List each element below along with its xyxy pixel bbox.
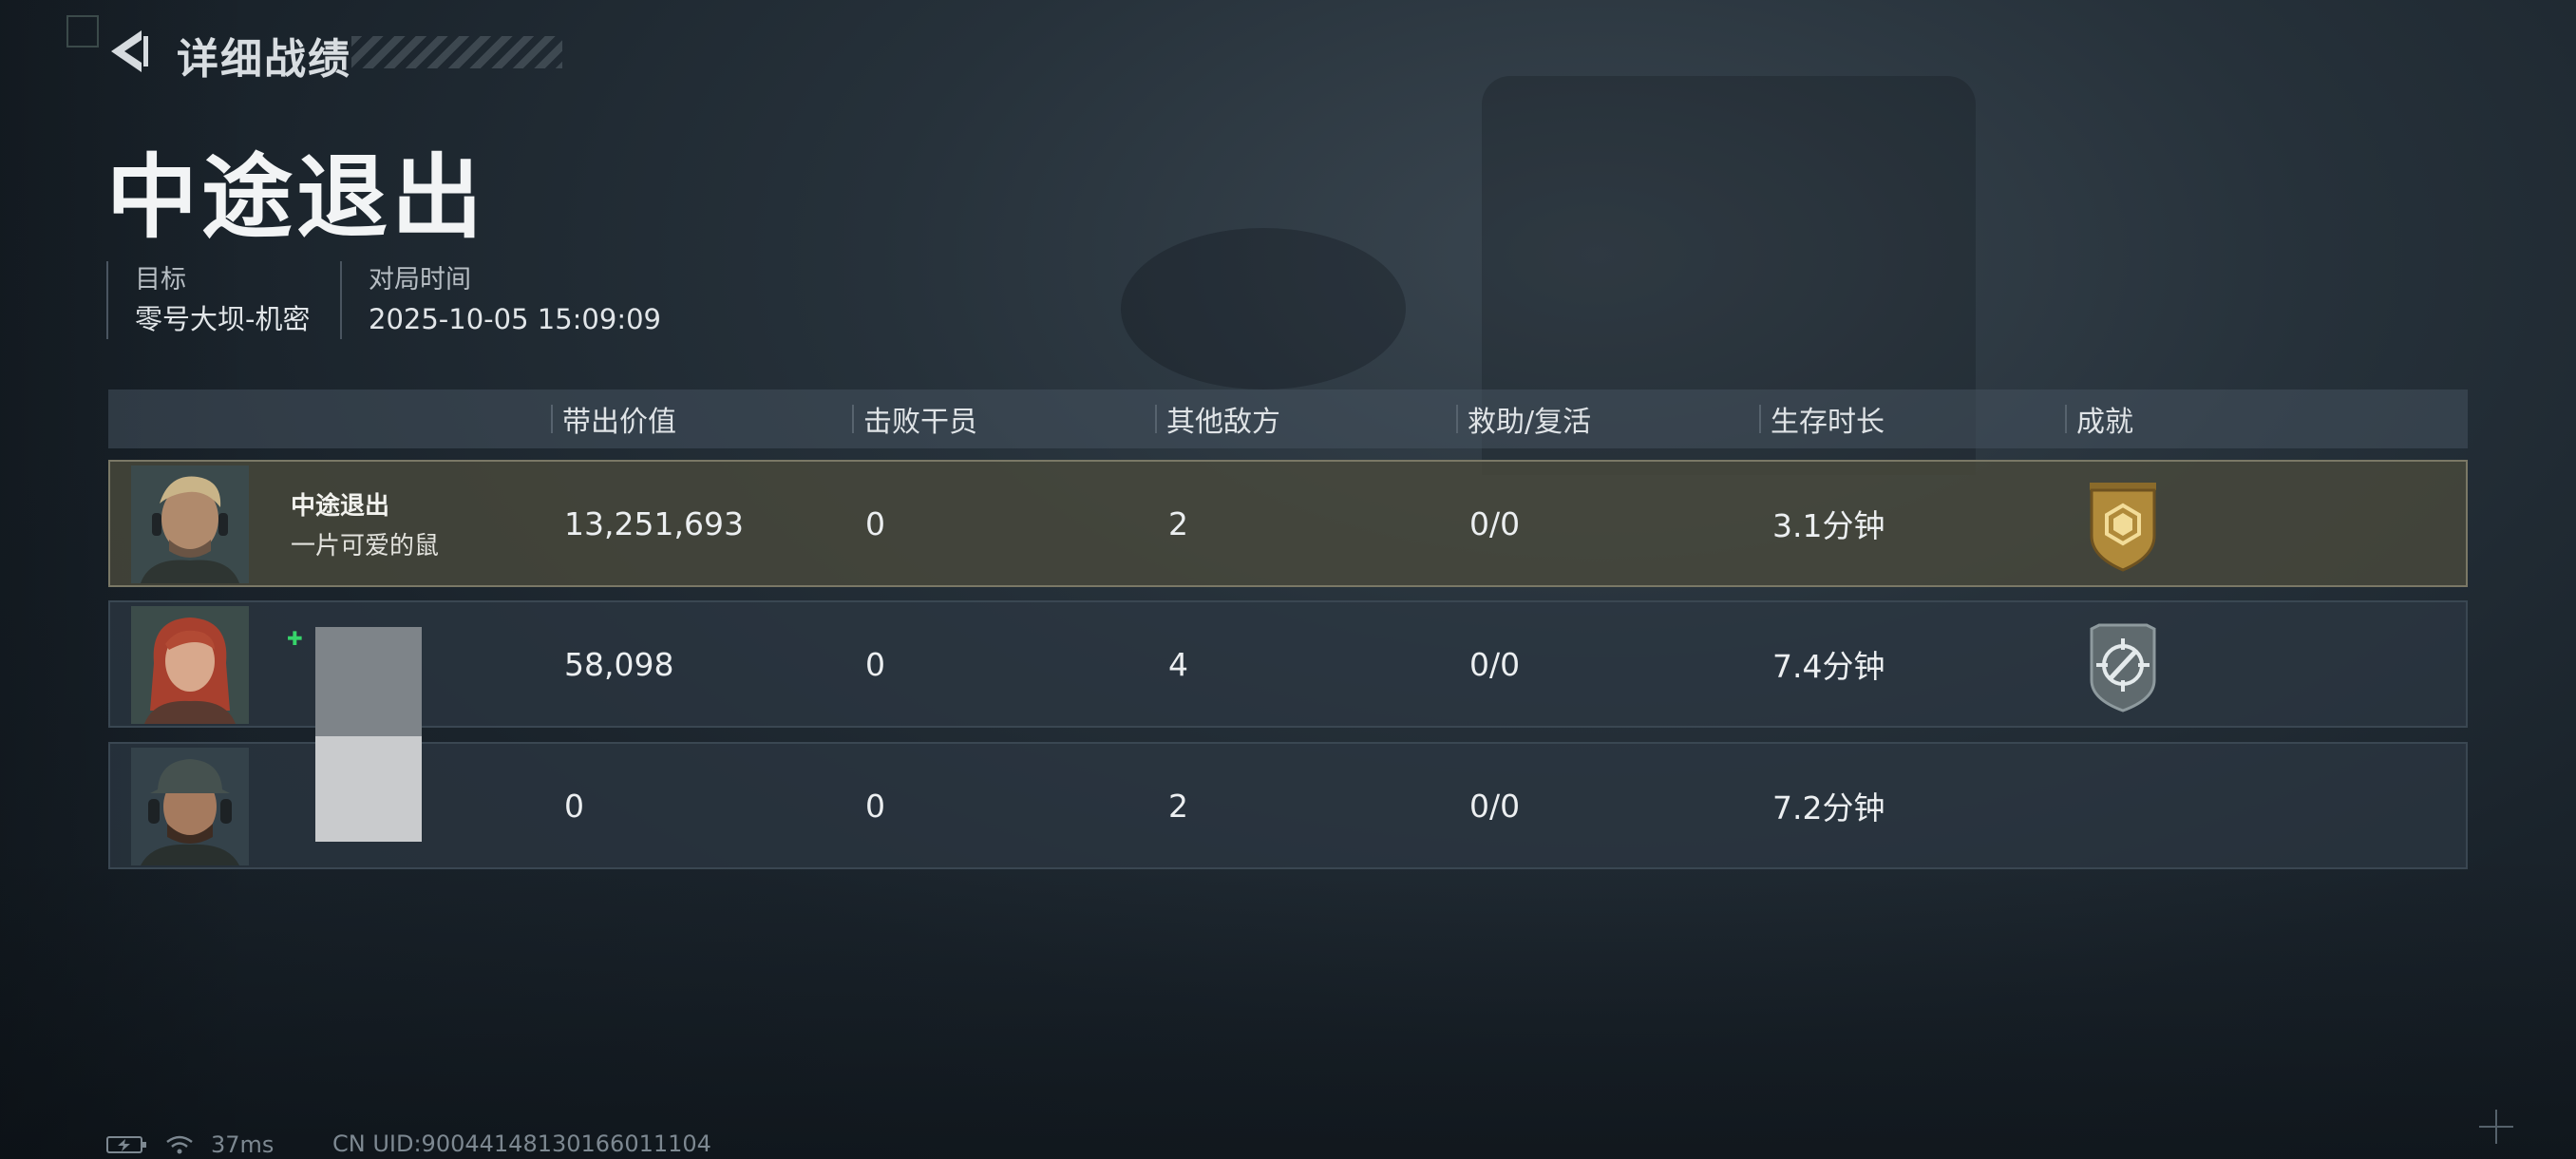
avatar	[131, 466, 249, 583]
player-subtitle: 一片可爱的鼠	[291, 532, 440, 560]
corner-frame-mark	[66, 15, 99, 48]
stats-table-header: 带出价值 击败干员 其他敌方 救助/复活 生存时长 成就	[108, 390, 2468, 448]
assist-revive-cell: 0/0	[1469, 645, 1521, 683]
battery-icon	[106, 1136, 146, 1153]
silver-crosshair-badge-icon[interactable]	[2080, 621, 2166, 712]
status-bar: 37ms	[106, 1130, 274, 1159]
match-time-value: 2025-10-05 15:09:09	[369, 303, 661, 335]
avatar	[131, 606, 249, 724]
result-title: 中途退出	[106, 144, 486, 251]
other-enemies-cell: 2	[1168, 787, 1188, 825]
status-mark-icon: ✚	[287, 627, 303, 650]
table-row[interactable]: 0 0 2 0/0 7.2分钟	[108, 742, 2468, 869]
column-header-other-enemies: 其他敌方	[1155, 390, 1280, 448]
match-time-label: 对局时间	[369, 265, 471, 294]
value-cell: 0	[564, 787, 584, 825]
avatar	[131, 748, 249, 865]
other-enemies-cell: 4	[1168, 645, 1188, 683]
column-header-value: 带出价值	[551, 390, 676, 448]
kills-cell: 0	[865, 504, 885, 542]
value-cell: 13,251,693	[564, 504, 744, 542]
assist-revive-cell: 0/0	[1469, 787, 1521, 825]
header-decoration	[351, 36, 562, 68]
table-row[interactable]: 中途退出 一片可爱的鼠 13,251,693 0 2 0/0 3.1分钟	[108, 460, 2468, 587]
value-cell: 58,098	[564, 645, 674, 683]
other-enemies-cell: 2	[1168, 504, 1188, 542]
target-label: 目标	[135, 265, 186, 294]
column-header-kills: 击败干员	[852, 390, 977, 448]
back-arrow-icon	[111, 30, 148, 72]
survival-cell: 7.2分钟	[1772, 789, 1885, 826]
redacted-player-names	[315, 627, 422, 842]
target-value: 零号大坝-机密	[135, 303, 311, 335]
column-header-assist-revive: 救助/复活	[1456, 390, 1591, 448]
survival-cell: 7.4分钟	[1772, 648, 1885, 685]
target-info: 目标 零号大坝-机密	[106, 261, 310, 339]
gold-shield-badge-icon[interactable]	[2080, 481, 2166, 572]
kills-cell: 0	[865, 645, 885, 683]
assist-revive-cell: 0/0	[1469, 504, 1521, 542]
page-header-title: 详细战绩	[177, 35, 351, 84]
crosshair-corner-icon	[2479, 1110, 2513, 1144]
match-time-info: 对局时间 2025-10-05 15:09:09	[340, 261, 661, 339]
table-row[interactable]: 58,098 0 4 0/0 7.4分钟	[108, 600, 2468, 728]
kills-cell: 0	[865, 787, 885, 825]
latency-readout: 37ms	[211, 1131, 275, 1158]
column-header-survival: 生存时长	[1759, 390, 1885, 448]
user-uid: CN UID:90044148130166011104	[332, 1130, 711, 1157]
wifi-icon	[166, 1135, 193, 1154]
survival-cell: 3.1分钟	[1772, 507, 1885, 544]
column-header-achievement: 成就	[2065, 390, 2133, 448]
player-name: 中途退出	[291, 492, 390, 521]
back-button[interactable]	[103, 23, 150, 80]
